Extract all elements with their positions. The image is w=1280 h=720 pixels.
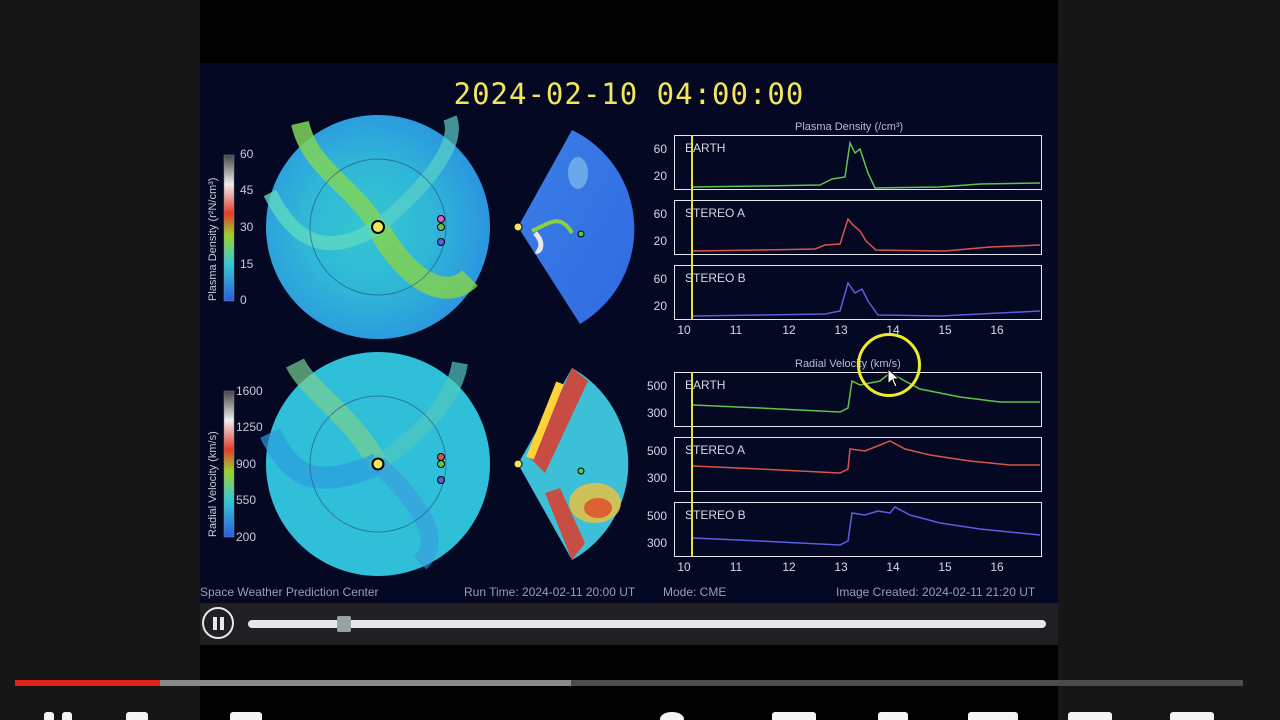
y-tick: 60 (653, 207, 667, 221)
animation-scrubber[interactable] (248, 620, 1046, 628)
y-tick: 500 (646, 444, 667, 458)
velocity-plot-stereo-a: STEREO A (674, 437, 1042, 492)
settings-icon[interactable] (878, 712, 908, 720)
x-tick: 11 (729, 323, 743, 337)
y-tick: 500 (646, 509, 667, 523)
youtube-progress-bar[interactable] (15, 680, 1243, 686)
y-tick: 60 (653, 142, 667, 156)
density-cb-tick: 30 (240, 220, 254, 234)
footer-mode: Mode: CME (663, 585, 727, 599)
y-tick: 20 (653, 299, 667, 313)
y-tick: 300 (646, 406, 667, 420)
volume-icon[interactable] (230, 712, 262, 720)
plot-label: STEREO B (685, 508, 746, 522)
enlil-animation-frame: 2024-02-10 04:00:00 60 45 30 15 0 Plasma… (200, 63, 1058, 603)
current-time-marker-velocity (691, 372, 693, 557)
miniplayer-icon[interactable] (968, 712, 1018, 720)
plot-label: STEREO A (685, 206, 746, 220)
fullscreen-icon[interactable] (1170, 712, 1214, 720)
right-letterbox (1058, 0, 1280, 720)
density-plot-stereo-b: STEREO B (674, 265, 1042, 320)
velocity-plot-stereo-b: STEREO B (674, 502, 1042, 557)
density-panel-title: Plasma Density (/cm³) (795, 121, 904, 133)
density-cb-tick: 60 (240, 147, 254, 161)
velocity-cb-tick: 1600 (236, 384, 263, 398)
play-icon[interactable] (44, 712, 54, 720)
y-tick: 300 (646, 471, 667, 485)
density-colorbar (223, 154, 235, 302)
footer-org: Space Weather Prediction Center (200, 585, 379, 599)
x-tick: 13 (834, 323, 848, 337)
x-tick: 16 (990, 323, 1004, 337)
x-tick: 16 (990, 560, 1004, 574)
velocity-disk (260, 352, 490, 576)
density-disk (263, 115, 490, 339)
density-cb-tick: 0 (240, 293, 247, 307)
density-plot-stereo-a: STEREO A (674, 200, 1042, 255)
velocity-cb-tick: 200 (236, 530, 257, 544)
y-tick: 20 (653, 169, 667, 183)
footer-image-created: Image Created: 2024-02-11 21:20 UT (836, 585, 1036, 599)
plot-label: STEREO A (685, 443, 746, 457)
velocity-cb-tick: 550 (236, 493, 257, 507)
density-cb-tick: 45 (240, 183, 254, 197)
left-letterbox (0, 0, 200, 720)
y-tick: 20 (653, 234, 667, 248)
velocity-cb-label: Radial Velocity (km/s) (207, 431, 219, 537)
density-side-view (513, 130, 635, 324)
pause-icon (220, 617, 224, 630)
velocity-cb-tick: 900 (236, 457, 257, 471)
animation-controls (200, 603, 1058, 645)
mouse-pointer-icon (887, 368, 901, 388)
density-plot-earth: EARTH (674, 135, 1042, 190)
current-time-marker-density (691, 135, 693, 320)
density-cb-label: Plasma Density (r²N/cm³) (207, 177, 219, 301)
x-tick: 15 (938, 560, 952, 574)
y-tick: 300 (646, 536, 667, 550)
youtube-controls-strip (0, 706, 1280, 720)
x-tick: 13 (834, 560, 848, 574)
pause-button[interactable] (202, 607, 234, 639)
x-tick: 15 (938, 323, 952, 337)
plot-label: STEREO B (685, 271, 746, 285)
timestamp: 2024-02-10 04:00:00 (453, 77, 805, 111)
next-icon[interactable] (126, 712, 148, 720)
youtube-played (15, 680, 160, 686)
y-tick: 500 (646, 379, 667, 393)
x-tick: 10 (677, 560, 691, 574)
autoplay-icon[interactable] (660, 712, 684, 720)
x-tick: 10 (677, 323, 691, 337)
subtitles-icon[interactable] (772, 712, 816, 720)
scrubber-thumb[interactable] (336, 616, 351, 632)
x-tick: 12 (782, 323, 796, 337)
x-tick: 11 (729, 560, 743, 574)
footer-run-time: Run Time: 2024-02-11 20:00 UT (464, 585, 636, 599)
x-tick: 12 (782, 560, 796, 574)
theater-icon[interactable] (1068, 712, 1112, 720)
velocity-colorbar (223, 390, 235, 538)
play-icon[interactable] (62, 712, 72, 720)
pause-icon (213, 617, 217, 630)
y-tick: 60 (653, 272, 667, 286)
velocity-side-view (513, 368, 629, 560)
velocity-plot-earth: EARTH (674, 372, 1042, 427)
velocity-cb-tick: 1250 (236, 420, 263, 434)
density-cb-tick: 15 (240, 257, 254, 271)
x-tick: 14 (886, 560, 900, 574)
